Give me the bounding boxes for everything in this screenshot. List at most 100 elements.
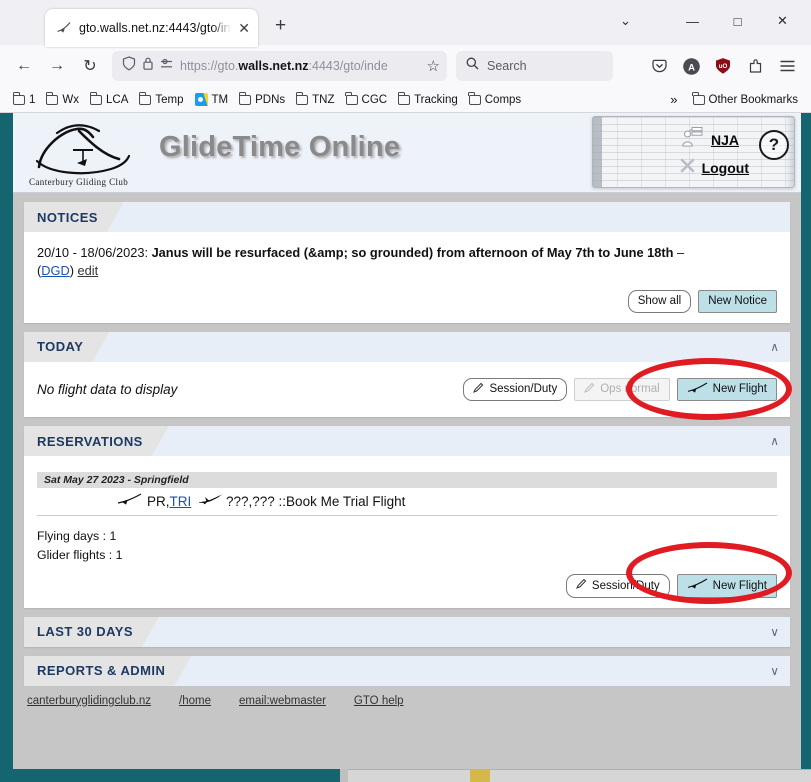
chevron-up-icon[interactable]: ∧ — [770, 435, 779, 447]
folder-icon — [692, 92, 705, 105]
new-tab-button[interactable]: + — [275, 15, 286, 37]
bookmark-item[interactable]: Comps — [464, 92, 526, 108]
bookmark-item[interactable]: CGC — [341, 92, 393, 108]
reservations-actions: Session/Duty New Flight — [37, 574, 777, 598]
chevron-down-icon[interactable]: ⌄ — [603, 6, 648, 36]
taskbar — [0, 769, 811, 782]
page-right-border — [801, 113, 811, 769]
glider-icon — [56, 21, 72, 35]
tab-title: gto.walls.net.nz:4443/gto/index — [79, 21, 231, 35]
bookmark-item[interactable]: TM — [190, 91, 234, 108]
lock-icon[interactable] — [142, 56, 154, 76]
logo-caption: Canterbury Gliding Club — [29, 177, 129, 187]
maximize-button[interactable]: □ — [715, 6, 760, 36]
other-bookmarks-folder[interactable]: Other Bookmarks — [688, 92, 803, 108]
reservation-row[interactable]: PR,TRI ???,??? ::Book Me Trial Flight — [37, 488, 777, 517]
page-title: GlideTime Online — [159, 131, 401, 163]
notices-panel-header[interactable]: NOTICES — [24, 202, 790, 232]
new-flight-button[interactable]: New Flight — [676, 574, 777, 598]
reservations-tab: RESERVATIONS — [24, 426, 169, 456]
club-logo: Canterbury Gliding Club — [27, 119, 142, 189]
app-menu-icon[interactable] — [772, 51, 802, 81]
close-icon[interactable]: ✕ — [238, 21, 250, 35]
chevron-up-icon[interactable]: ∧ — [770, 341, 779, 353]
reports-admin-header[interactable]: REPORTS & ADMIN ∨ — [24, 655, 790, 686]
user-info[interactable]: NJA — [681, 125, 739, 154]
user-icon — [681, 125, 705, 154]
session-duty-label: Session/Duty — [591, 579, 660, 592]
new-flight-label: New Flight — [712, 383, 767, 396]
chevron-down-icon[interactable]: ∨ — [770, 626, 779, 638]
site-icon — [194, 93, 208, 106]
bookmark-item[interactable]: LCA — [85, 92, 133, 108]
new-notice-button[interactable]: New Notice — [698, 290, 777, 313]
reload-icon[interactable]: ↻ — [75, 51, 105, 81]
last-30-days-header[interactable]: LAST 30 DAYS ∨ — [24, 616, 790, 647]
bookmark-item[interactable]: TNZ — [291, 92, 339, 108]
logout-row[interactable]: Logout — [680, 158, 749, 178]
chevron-down-icon[interactable]: ∨ — [770, 665, 779, 677]
pencil-icon — [584, 382, 595, 397]
address-bar[interactable]: https://gto.walls.net.nz:4443/gto/inde ☆ — [112, 51, 447, 81]
pocket-icon[interactable] — [644, 51, 674, 81]
back-icon[interactable]: ← — [9, 51, 39, 81]
site-header: Canterbury Gliding Club GlideTime Online — [13, 113, 801, 193]
shield-icon[interactable] — [122, 56, 136, 76]
notice-dash: – — [677, 245, 685, 260]
last-30-days-panel[interactable]: LAST 30 DAYS ∨ — [24, 616, 790, 647]
footer-link-webmaster[interactable]: email:webmaster — [239, 695, 326, 707]
search-bar[interactable]: Search — [456, 51, 613, 81]
minimize-button[interactable]: — — [670, 6, 715, 36]
footer-link-home[interactable]: /home — [179, 695, 211, 707]
show-all-button[interactable]: Show all — [627, 290, 692, 313]
bookmark-item[interactable]: 1 — [8, 92, 40, 108]
today-panel-header[interactable]: TODAY ∧ — [24, 331, 790, 362]
ublock-origin-icon[interactable]: uO — [708, 51, 738, 81]
footer-link-club[interactable]: canterburyglidingclub.nz — [27, 695, 151, 707]
user-link[interactable]: NJA — [711, 132, 739, 148]
bookmarks-overflow-icon[interactable]: » — [670, 92, 677, 107]
today-panel: TODAY ∧ No flight data to display Sessio… — [24, 331, 792, 420]
bookmark-item[interactable]: PDNs — [234, 92, 290, 108]
glidetime-page: Canterbury Gliding Club GlideTime Online — [13, 113, 801, 769]
notices-tab-label: NOTICES — [37, 209, 98, 225]
reservation-type-link[interactable]: TRI — [170, 494, 192, 509]
footer-link-help[interactable]: GTO help — [354, 695, 404, 707]
session-duty-button[interactable]: Session/Duty — [463, 377, 568, 402]
session-duty-button[interactable]: Session/Duty — [565, 574, 670, 598]
bookmark-item[interactable]: Wx — [41, 92, 84, 108]
ops-normal-label: Ops normal — [600, 383, 660, 396]
taskbar-segment — [490, 769, 811, 782]
url-text[interactable]: https://gto.walls.net.nz:4443/gto/inde — [180, 59, 421, 73]
notice-author-link[interactable]: DGD — [41, 263, 69, 278]
permissions-icon[interactable] — [160, 57, 174, 76]
bookmark-item[interactable]: Tracking — [393, 92, 463, 108]
folder-icon — [89, 92, 103, 105]
extensions-icon[interactable] — [740, 51, 770, 81]
folder-icon — [295, 92, 309, 105]
bookmark-star-icon[interactable]: ☆ — [427, 57, 440, 75]
account-avatar-icon[interactable]: A — [676, 51, 706, 81]
browser-tab[interactable]: gto.walls.net.nz:4443/gto/index ✕ — [45, 9, 258, 47]
close-window-button[interactable]: ✕ — [760, 6, 805, 36]
forward-icon[interactable]: → — [42, 51, 72, 81]
today-body: No flight data to display Session/Duty O… — [24, 361, 790, 418]
glider-icon — [687, 578, 708, 593]
reservations-panel: RESERVATIONS ∧ Sat May 27 2023 - Springf… — [24, 426, 792, 608]
today-tab-label: TODAY — [37, 339, 84, 355]
pencil-icon — [575, 578, 587, 593]
notice-edit-link[interactable]: edit — [78, 263, 99, 278]
folder-icon — [12, 92, 25, 105]
reservations-panel-header[interactable]: RESERVATIONS ∧ — [24, 426, 790, 457]
bookmark-label: 1 — [29, 93, 36, 106]
svg-text:uO: uO — [719, 63, 728, 70]
reservation-glider: PR,TRI — [147, 493, 192, 509]
navigation-toolbar: ← → ↻ https://gto.walls.net.nz:4443/gto/… — [0, 45, 811, 87]
new-flight-button[interactable]: New Flight — [676, 377, 777, 402]
flying-days: Flying days : 1 — [37, 529, 117, 544]
reports-admin-panel[interactable]: REPORTS & ADMIN ∨ — [24, 655, 790, 686]
logout-link[interactable]: Logout — [702, 160, 749, 176]
bookmark-item[interactable]: Temp — [134, 92, 188, 108]
search-icon — [466, 57, 479, 75]
help-button[interactable]: ? — [759, 130, 789, 160]
